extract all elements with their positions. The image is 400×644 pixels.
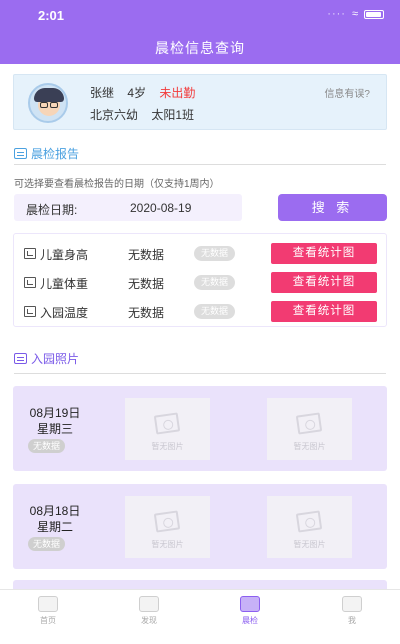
photo-status-badge: 无数据 xyxy=(28,537,66,551)
no-photo-text: 暂无图片 xyxy=(293,442,326,451)
metric-row-height: 儿童身高 无数据 无数据 查看统计图 xyxy=(14,242,388,264)
metric-value: 无数据 xyxy=(128,306,165,320)
child-info-card: 张继 4岁 未出勤 北京六幼 太阳1班 信息有误? xyxy=(13,74,387,130)
bottom-tab-bar: 首页 发现 晨检 我 xyxy=(0,589,400,644)
photo-weekday: 星期二 xyxy=(36,520,73,534)
image-placeholder-icon xyxy=(295,412,323,435)
avatar xyxy=(28,83,68,123)
home-icon xyxy=(38,596,58,612)
image-placeholder-icon xyxy=(295,510,323,533)
image-placeholder-icon xyxy=(153,412,181,435)
search-button[interactable]: 搜 索 xyxy=(278,194,387,221)
report-icon xyxy=(14,148,27,159)
tab-discover[interactable]: 发现 xyxy=(119,596,179,626)
view-chart-button[interactable]: 查看统计图 xyxy=(271,272,377,293)
photo-placeholder[interactable]: 暂无图片 xyxy=(267,398,352,460)
chart-icon xyxy=(24,248,36,259)
photos-section-title: 入园照片 xyxy=(14,350,79,367)
child-age: 4岁 xyxy=(127,86,147,100)
photo-date: 08月19日 xyxy=(29,406,81,420)
tab-home[interactable]: 首页 xyxy=(18,596,78,626)
metric-name: 入园温度 xyxy=(40,306,89,320)
report-section-title: 晨检报告 xyxy=(14,145,79,162)
status-time: 2:01 xyxy=(38,8,65,23)
chart-icon xyxy=(24,277,36,288)
photo-date: 08月18日 xyxy=(29,504,81,518)
photo-album-icon xyxy=(14,353,27,364)
metric-row-weight: 儿童体重 无数据 无数据 查看统计图 xyxy=(14,271,388,293)
top-header: 2:01 ···· ≈ 晨检信息查询 xyxy=(0,0,400,64)
school-name: 北京六幼 xyxy=(90,108,139,122)
class-name: 太阳1班 xyxy=(151,108,195,122)
no-photo-text: 暂无图片 xyxy=(293,540,326,549)
battery-icon xyxy=(364,9,384,19)
metric-name: 儿童体重 xyxy=(40,277,89,291)
photos-section-label: 入园照片 xyxy=(31,352,80,366)
metric-badge: 无数据 xyxy=(194,246,236,261)
page-title: 晨检信息查询 xyxy=(155,40,245,56)
tab-label: 首页 xyxy=(40,616,56,625)
photo-status-badge: 无数据 xyxy=(28,439,66,453)
metrics-card: 儿童身高 无数据 无数据 查看统计图 儿童体重 无数据 无数据 查看统计图 入园… xyxy=(13,233,387,327)
photo-placeholder[interactable]: 暂无图片 xyxy=(125,496,210,558)
divider xyxy=(14,373,386,374)
metric-name: 儿童身高 xyxy=(40,248,89,262)
report-section-label: 晨检报告 xyxy=(31,147,80,161)
checkup-icon xyxy=(240,596,260,612)
tab-label: 晨检 xyxy=(242,616,258,625)
discover-icon xyxy=(139,596,159,612)
tab-checkup[interactable]: 晨检 xyxy=(220,596,280,626)
view-chart-button[interactable]: 查看统计图 xyxy=(271,301,377,322)
date-picker[interactable]: 晨检日期: 2020-08-19 xyxy=(14,194,242,221)
date-label: 晨检日期: xyxy=(26,203,78,217)
signal-icon: ···· xyxy=(327,8,346,20)
report-error-link[interactable]: 信息有误? xyxy=(324,85,370,100)
tab-label: 我 xyxy=(348,616,356,625)
photo-day-card: 08月19日 星期三 无数据 暂无图片 暂无图片 xyxy=(13,386,387,471)
no-photo-text: 暂无图片 xyxy=(151,442,184,451)
child-name: 张继 xyxy=(90,86,115,100)
status-icons: ···· ≈ xyxy=(327,8,384,20)
profile-icon xyxy=(342,596,362,612)
date-hint: 可选择要查看晨检报告的日期（仅支持1周内） xyxy=(14,179,220,190)
photo-weekday: 星期三 xyxy=(36,422,73,436)
no-photo-text: 暂无图片 xyxy=(151,540,184,549)
tab-label: 发现 xyxy=(141,616,157,625)
metric-row-temperature: 入园温度 无数据 无数据 查看统计图 xyxy=(14,300,388,322)
divider xyxy=(14,164,386,165)
photo-placeholder[interactable]: 暂无图片 xyxy=(267,496,352,558)
metric-badge: 无数据 xyxy=(194,304,236,319)
attendance-status: 未出勤 xyxy=(159,86,196,100)
metric-value: 无数据 xyxy=(128,277,165,291)
chart-icon xyxy=(24,306,36,317)
photo-placeholder[interactable]: 暂无图片 xyxy=(125,398,210,460)
image-placeholder-icon xyxy=(153,510,181,533)
view-chart-button[interactable]: 查看统计图 xyxy=(271,243,377,264)
photo-day-card: 08月18日 星期二 无数据 暂无图片 暂无图片 xyxy=(13,484,387,569)
metric-value: 无数据 xyxy=(128,248,165,262)
wifi-icon: ≈ xyxy=(351,8,358,20)
metric-badge: 无数据 xyxy=(194,275,236,290)
date-value: 2020-08-19 xyxy=(130,201,192,215)
tab-profile[interactable]: 我 xyxy=(322,596,382,626)
